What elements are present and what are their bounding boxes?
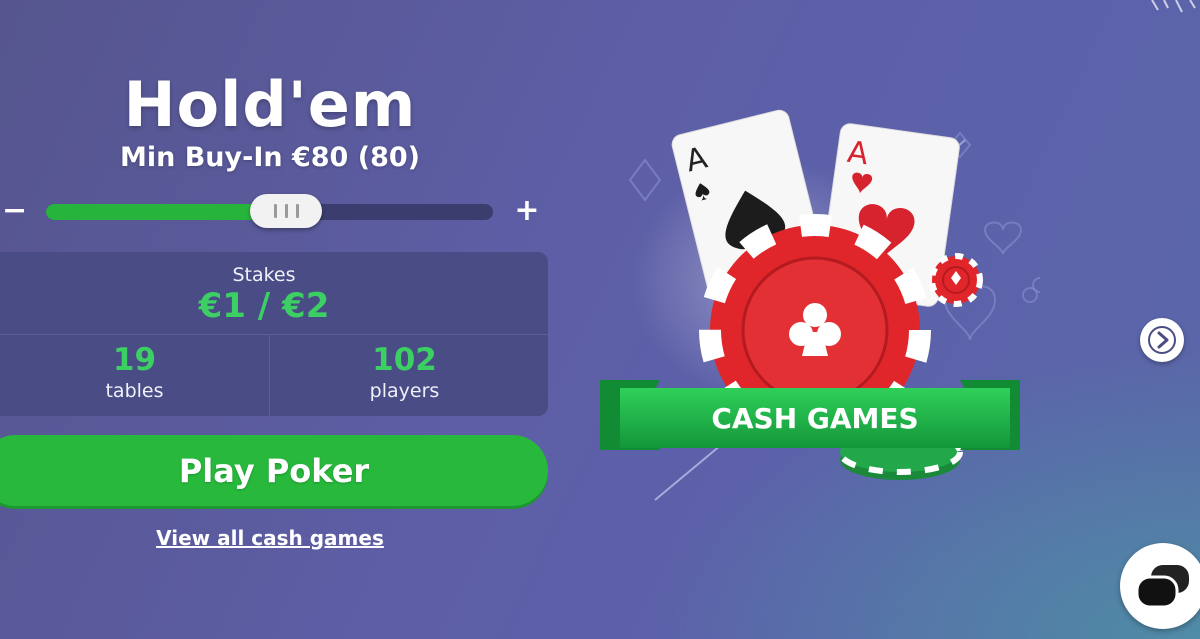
players-label: players <box>369 380 440 402</box>
cash-games-ribbon: CASH GAMES <box>600 380 1020 450</box>
tables-count: 19 <box>112 342 157 378</box>
decrease-buyin-button[interactable]: − <box>2 196 27 226</box>
tables-label: tables <box>105 380 164 402</box>
play-poker-button[interactable]: Play Poker <box>0 435 548 506</box>
cash-games-illustration: A A CASH GAMES <box>600 109 1040 501</box>
stats-panel: Stakes €1 / €2 19 tables 102 players <box>0 252 548 416</box>
min-buyin-text: Min Buy-In €80 (80) <box>119 142 421 173</box>
buyin-slider-fill <box>46 204 261 220</box>
players-count: 102 <box>372 342 437 378</box>
chevron-right-icon <box>1148 326 1176 354</box>
stakes-value: €1 / €2 <box>198 286 330 326</box>
divider <box>0 334 548 335</box>
grip-line <box>284 204 288 218</box>
tables-stat: 19 tables <box>0 342 269 404</box>
game-panel: Hold'em Min Buy-In €80 (80) − + Stakes €… <box>0 0 560 639</box>
grip-line <box>273 204 277 218</box>
view-all-cash-games-link[interactable]: View all cash games <box>0 526 540 550</box>
buyin-slider-handle[interactable] <box>250 194 322 228</box>
chat-support-button[interactable] <box>1120 543 1200 629</box>
players-stat: 102 players <box>270 342 539 404</box>
stakes-label: Stakes <box>232 264 296 286</box>
chat-bubbles-icon <box>1135 565 1189 609</box>
increase-buyin-button[interactable]: + <box>513 196 541 226</box>
corner-decoration <box>1151 0 1196 13</box>
small-poker-chip <box>929 253 983 307</box>
ribbon-text: CASH GAMES <box>711 402 918 435</box>
next-slide-button[interactable] <box>1140 318 1184 362</box>
grip-line <box>295 204 299 218</box>
game-title: Hold'em <box>123 68 417 141</box>
